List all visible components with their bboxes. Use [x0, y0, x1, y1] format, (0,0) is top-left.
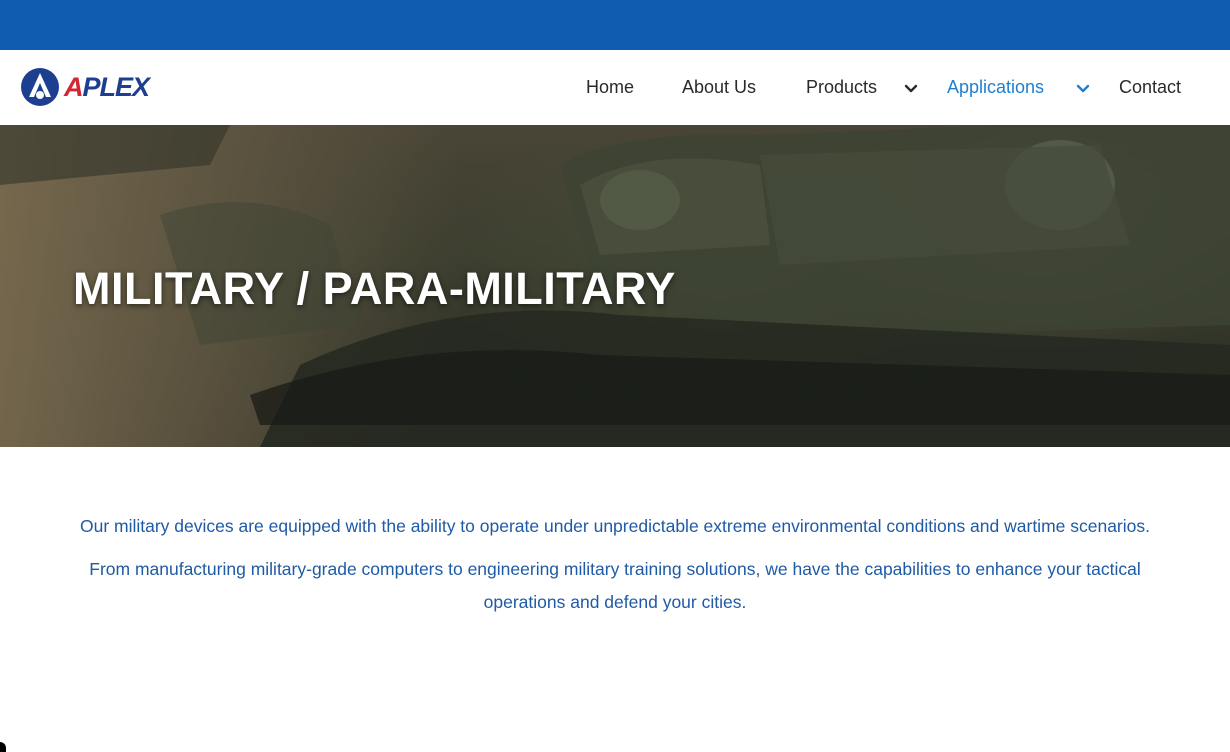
site-header: APLEX Home About Us Products Application… — [0, 50, 1230, 125]
nav-contact[interactable]: Contact — [1119, 50, 1181, 125]
chevron-down-icon[interactable] — [1076, 82, 1090, 96]
page-title: MILITARY / PARA-MILITARY — [73, 263, 676, 314]
aplex-logo[interactable]: APLEX — [20, 67, 166, 107]
hero-banner: MILITARY / PARA-MILITARY — [0, 125, 1230, 447]
intro-section: Our military devices are equipped with t… — [60, 510, 1170, 629]
nav-about-us[interactable]: About Us — [682, 50, 756, 125]
intro-paragraph: Our military devices are equipped with t… — [79, 516, 1150, 536]
chevron-down-icon[interactable] — [904, 82, 918, 96]
nav-applications[interactable]: Applications — [947, 50, 1044, 125]
top-bar — [0, 0, 1230, 50]
nav-products[interactable]: Products — [806, 50, 877, 125]
logo-wordmark: APLEX — [64, 71, 150, 102]
intro-paragraph: From manufacturing military-grade comput… — [89, 559, 1141, 612]
nav-home[interactable]: Home — [586, 50, 634, 125]
aplex-logo-icon — [21, 68, 59, 106]
corner-element — [0, 742, 6, 752]
